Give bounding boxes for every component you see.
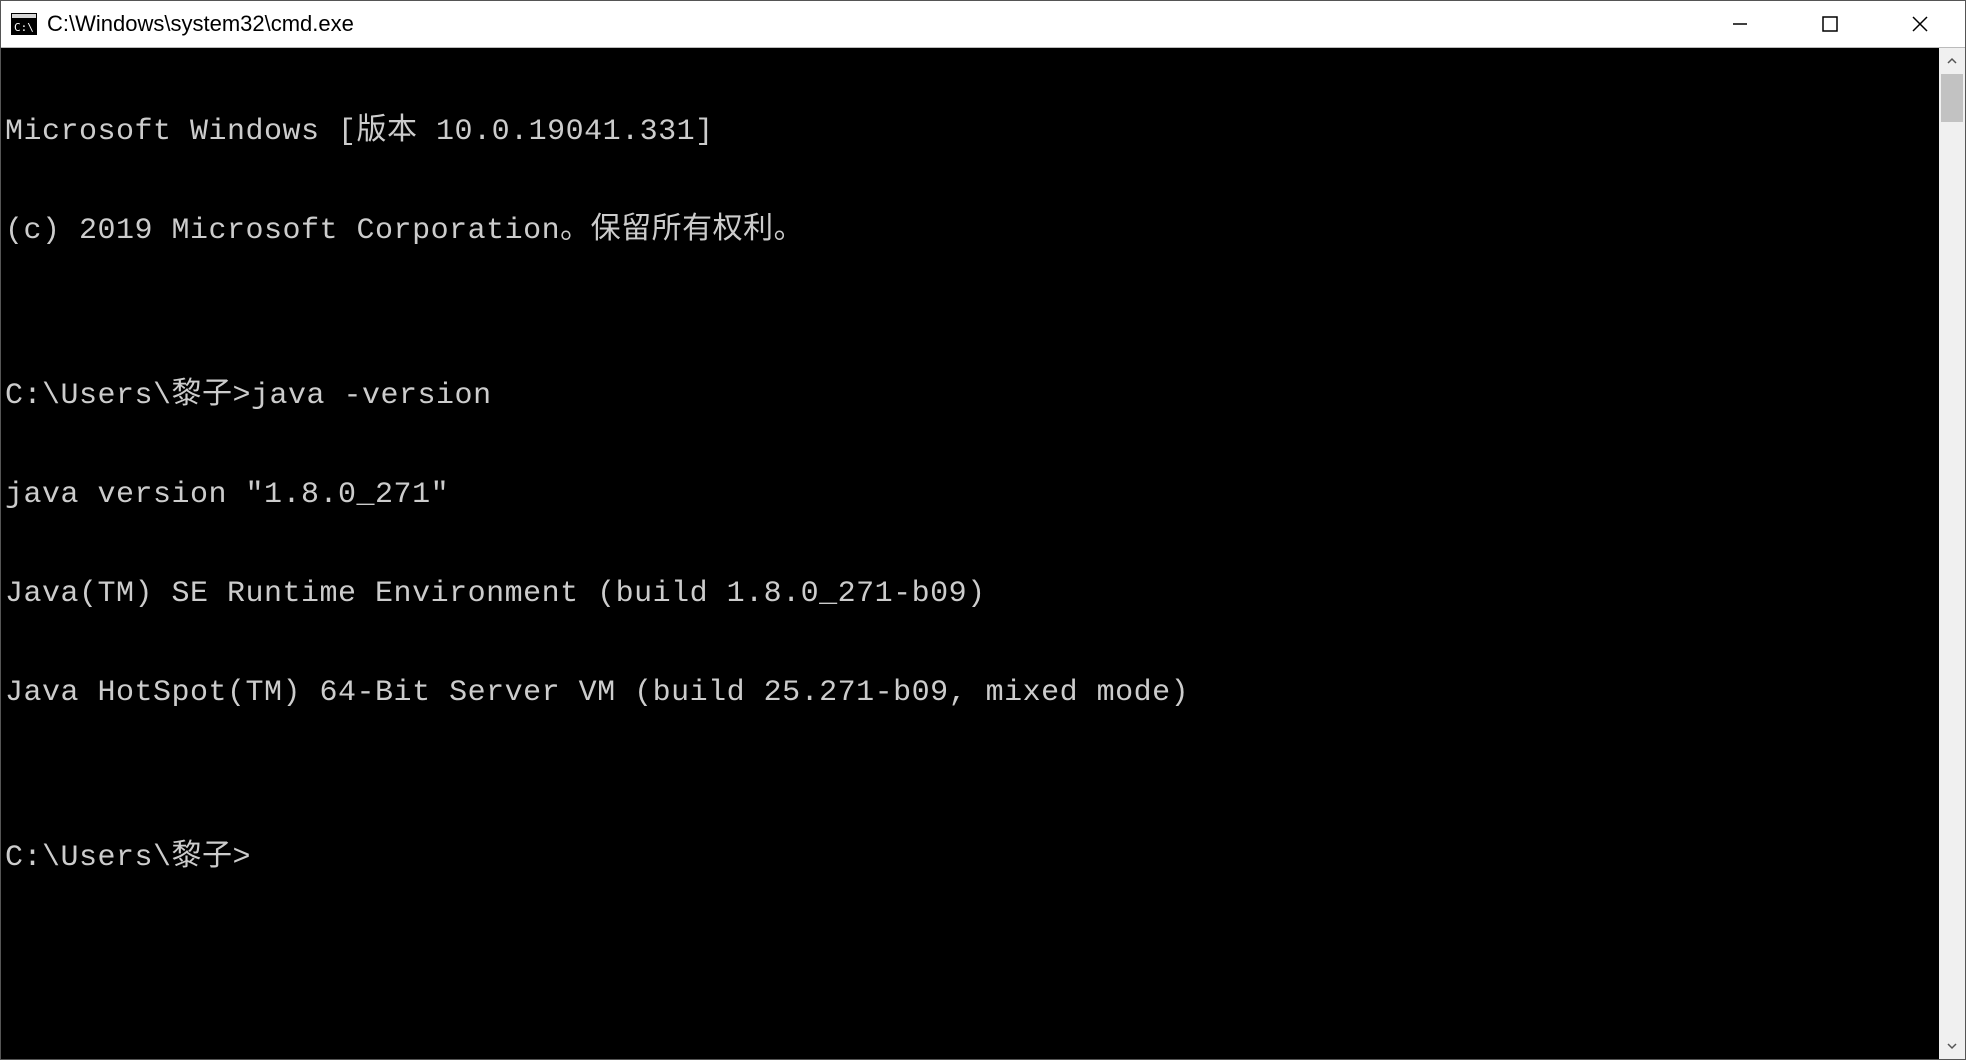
window-controls <box>1695 1 1965 47</box>
command-prompt-window: C:\ C:\Windows\system32\cmd.exe Microsof… <box>0 0 1966 1060</box>
terminal-line: (c) 2019 Microsoft Corporation。保留所有权利。 <box>5 215 1939 248</box>
minimize-button[interactable] <box>1695 1 1785 47</box>
scrollbar-thumb[interactable] <box>1941 74 1963 122</box>
titlebar[interactable]: C:\ C:\Windows\system32\cmd.exe <box>1 1 1965 48</box>
svg-text:C:\: C:\ <box>14 21 34 34</box>
terminal-line: C:\Users\黎子>java -version <box>5 380 1939 413</box>
terminal-line: Java(TM) SE Runtime Environment (build 1… <box>5 578 1939 611</box>
window-title: C:\Windows\system32\cmd.exe <box>47 11 354 37</box>
cmd-icon: C:\ <box>11 13 37 35</box>
maximize-button[interactable] <box>1785 1 1875 47</box>
scroll-down-arrow-icon[interactable] <box>1939 1033 1965 1059</box>
close-button[interactable] <box>1875 1 1965 47</box>
terminal-line: java version "1.8.0_271" <box>5 479 1939 512</box>
scroll-up-arrow-icon[interactable] <box>1939 48 1965 74</box>
terminal-output[interactable]: Microsoft Windows [版本 10.0.19041.331] (c… <box>1 48 1939 1059</box>
vertical-scrollbar[interactable] <box>1939 48 1965 1059</box>
terminal-line: Java HotSpot(TM) 64-Bit Server VM (build… <box>5 677 1939 710</box>
scrollbar-track[interactable] <box>1939 74 1965 1033</box>
client-area: Microsoft Windows [版本 10.0.19041.331] (c… <box>1 48 1965 1059</box>
terminal-line: C:\Users\黎子> <box>5 842 1939 875</box>
terminal-line: Microsoft Windows [版本 10.0.19041.331] <box>5 116 1939 149</box>
